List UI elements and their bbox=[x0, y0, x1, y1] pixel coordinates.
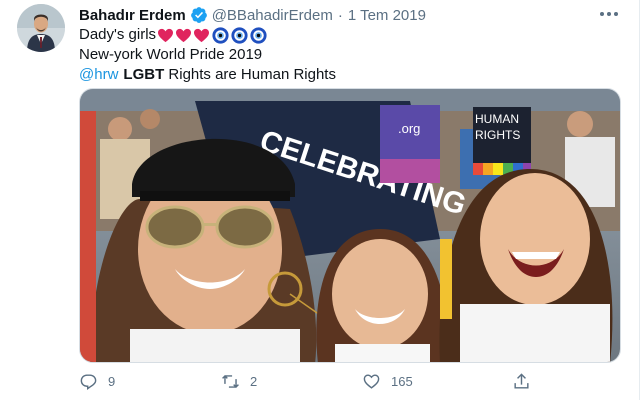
tweet-text: Dady's girls New-york World Pride 2019 @… bbox=[79, 25, 619, 85]
tweet-line-1: Dady's girls bbox=[79, 25, 619, 45]
tweet-date[interactable]: 1 Tem 2019 bbox=[348, 7, 426, 24]
author-handle[interactable]: @BBahadirErdem bbox=[212, 7, 333, 24]
tweet-photo[interactable]: CELEBRATING OF .org HUMAN RIGHTS bbox=[79, 88, 621, 363]
more-options-icon[interactable] bbox=[597, 5, 621, 23]
tweet-header: Bahadır Erdem @BBahadirErdem · 1 Tem 201… bbox=[79, 5, 625, 25]
red-heart-emoji-icon bbox=[158, 28, 174, 42]
retweet-button[interactable]: 2 bbox=[221, 369, 257, 393]
nazar-evil-eye-emoji-icon bbox=[231, 26, 248, 44]
tweet-line-3: @hrw LGBT Rights are Human Rights bbox=[79, 65, 619, 85]
like-count: 165 bbox=[391, 373, 413, 389]
tweet-line-2-text: New-york World Pride 2019 bbox=[79, 46, 263, 63]
tweet-line-1-text: Dady's girls bbox=[79, 26, 157, 43]
sign-human-rights-text: HUMAN RIGHTS bbox=[475, 112, 521, 142]
avatar-image bbox=[17, 4, 65, 52]
tweet-line-3-text: Rights are Human Rights bbox=[164, 66, 336, 83]
share-button[interactable] bbox=[512, 369, 541, 393]
reply-icon bbox=[80, 373, 97, 390]
header-separator: · bbox=[337, 6, 343, 24]
red-heart-emoji-icon bbox=[194, 28, 210, 42]
reply-button[interactable]: 9 bbox=[79, 369, 115, 393]
tweet-actions: 9 2 165 bbox=[79, 369, 549, 393]
nazar-evil-eye-emoji-icon bbox=[212, 26, 229, 44]
avatar[interactable] bbox=[17, 4, 65, 52]
like-button[interactable]: 165 bbox=[362, 369, 413, 393]
red-heart-emoji-icon bbox=[176, 28, 192, 42]
nazar-evil-eye-emoji-icon bbox=[250, 26, 267, 44]
tweet-card[interactable]: Bahadır Erdem @BBahadirErdem · 1 Tem 201… bbox=[0, 0, 640, 400]
retweet-icon bbox=[222, 374, 239, 388]
retweet-count: 2 bbox=[250, 373, 258, 389]
reply-count: 9 bbox=[108, 373, 116, 389]
sign-org-text: .org bbox=[398, 121, 420, 136]
tweet-line-2: New-york World Pride 2019 bbox=[79, 45, 619, 65]
mention-link[interactable]: @hrw bbox=[79, 65, 118, 85]
author-name[interactable]: Bahadır Erdem bbox=[79, 7, 186, 24]
heart-icon bbox=[363, 373, 380, 389]
verified-badge-icon bbox=[190, 7, 207, 23]
pride-selfie-photo: CELEBRATING OF .org HUMAN RIGHTS bbox=[80, 89, 620, 362]
org-sign: .org bbox=[380, 105, 440, 183]
share-icon bbox=[514, 372, 529, 389]
human-rights-sign: HUMAN RIGHTS bbox=[473, 107, 531, 175]
bold-text: LGBT bbox=[123, 66, 165, 83]
